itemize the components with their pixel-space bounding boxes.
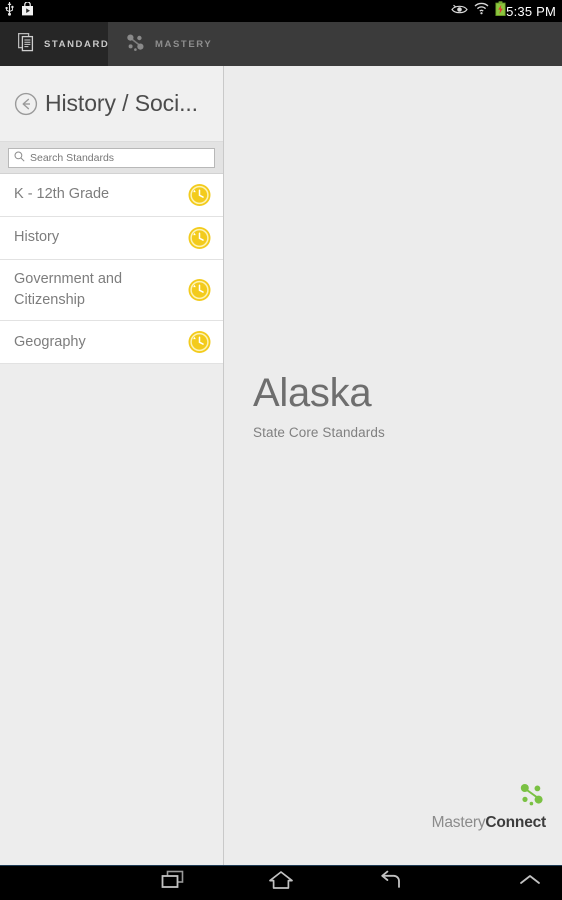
expand-button[interactable] [498,865,562,900]
home-button[interactable] [249,865,313,900]
state-subtitle: State Core Standards [253,425,385,440]
back-button[interactable] [358,865,422,900]
list-item-label: Government and Citizenship [14,271,123,309]
status-bar-right-icons [451,1,506,21]
recents-icon [159,869,187,896]
tab-mastery[interactable]: MASTERY [108,22,226,66]
list-item-label: K - 12th Grade [14,186,110,203]
page-title: History / Soci... [45,90,198,116]
state-info-block: Alaska State Core Standards [253,371,385,440]
brand-wordmark: MasteryConnect [431,814,547,832]
history-clock-icon[interactable] [188,227,211,250]
battery-charging-icon [495,1,506,21]
chevron-up-icon [517,872,543,893]
list-item[interactable]: Geography [0,321,223,365]
list-item-label: Geography [14,333,86,350]
status-bar-left-icons [4,0,34,21]
tab-standards[interactable]: STANDARDS [0,22,116,66]
search-standards-box[interactable] [8,147,215,168]
list-item[interactable]: History [0,217,223,260]
history-clock-icon[interactable] [188,331,211,354]
android-navigation-bar [0,865,562,900]
android-status-bar: 5:35 PM [0,0,562,22]
search-band [0,141,223,174]
list-item[interactable]: K - 12th Grade [0,174,223,217]
main-content-panel: Alaska State Core Standards MasteryConne… [225,66,562,865]
list-item-label: History [14,229,60,246]
play-store-icon [21,0,34,21]
home-icon [268,869,294,896]
eye-icon [451,2,468,20]
back-arrow-circle-icon[interactable] [14,92,38,116]
tab-mastery-label: MASTERY [155,38,213,50]
tab-standards-label: STANDARDS [44,38,118,50]
brand-text-bold: Connect [485,814,546,831]
state-name: Alaska [253,371,372,415]
node-graph-icon [432,782,546,812]
node-graph-icon [126,33,146,55]
wifi-icon [474,2,489,20]
standards-sidebar: History / Soci... K - 12th Grade [0,66,224,900]
sidebar-header: History / Soci... [0,66,223,141]
documents-icon [17,32,35,55]
masteryconnect-logo: MasteryConnect [432,782,546,832]
standards-list: K - 12th Grade History Government and Ci… [0,174,223,365]
list-item[interactable]: Government and Citizenship [0,260,223,322]
status-bar-clock: 5:35 PM [506,3,556,19]
history-clock-icon[interactable] [188,184,211,207]
app-root: 5:35 PM STANDARDS MASTERY History / Soci… [0,0,562,900]
brand-text-light: Mastery [431,814,486,831]
history-clock-icon[interactable] [188,279,211,302]
search-input[interactable] [30,151,209,164]
back-icon [377,869,403,896]
top-tab-bar: STANDARDS MASTERY [0,22,562,66]
usb-icon [4,1,15,21]
sidebar-empty-area [0,364,223,900]
search-icon [14,149,25,167]
recents-button[interactable] [141,865,205,900]
